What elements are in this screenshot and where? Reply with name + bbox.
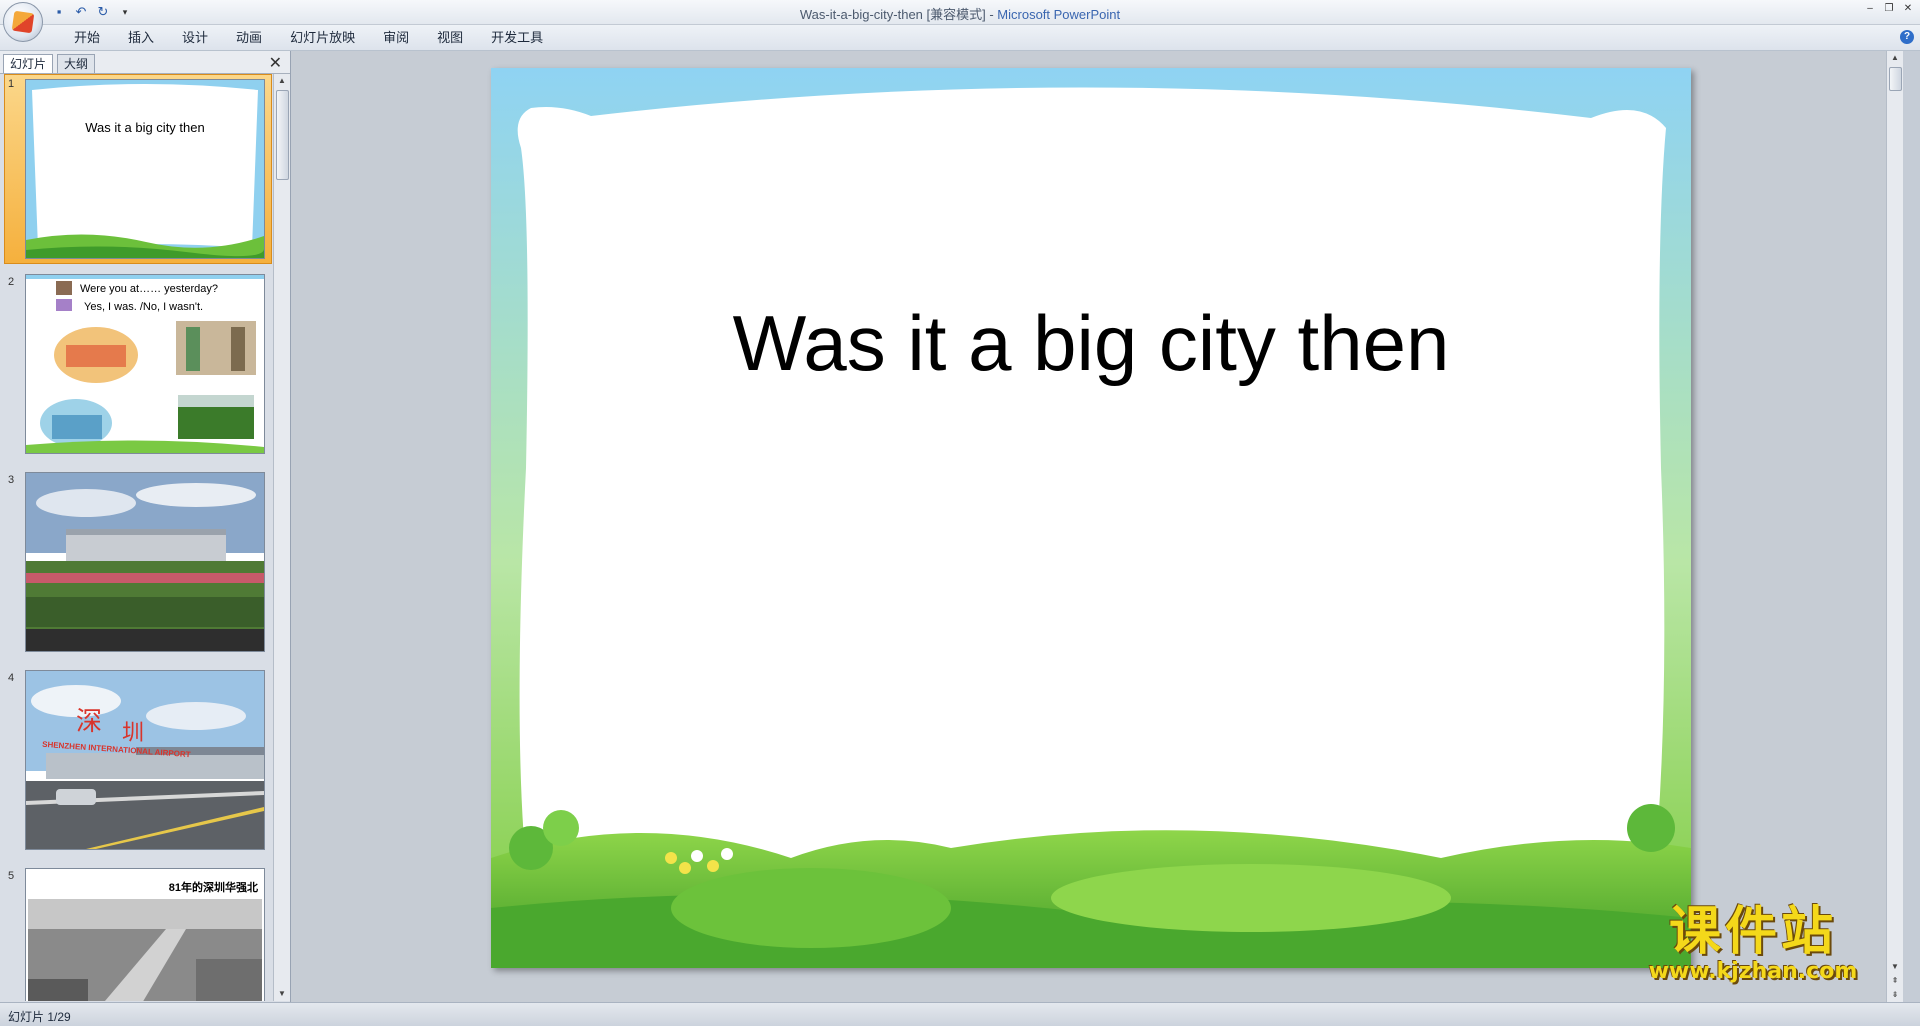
thumb4-char1: 深 [76, 707, 103, 737]
tab-view[interactable]: 视图 [423, 30, 477, 46]
thumb1-background [26, 80, 264, 258]
slide-edit-area: Was it a big city then 课件站 www.kjzhan.co… [291, 51, 1903, 1002]
slides-pane: 幻灯片 大纲 ✕ 1 Was it a big city then 2 Were… [0, 51, 291, 1002]
thumb4-char2: 圳 [122, 721, 145, 746]
thumb2-line1: Were you at…… yesterday? [80, 283, 218, 295]
thumb4-photo [26, 671, 264, 849]
tab-animations[interactable]: 动画 [222, 30, 276, 46]
scroll-down-icon[interactable]: ▼ [1887, 960, 1903, 974]
window-title-file: Was-it-a-big-city-then [兼容模式] - [799, 7, 998, 22]
current-slide[interactable]: Was it a big city then [491, 68, 1691, 968]
slide-thumbnail: Were you at…… yesterday? Yes, I was. /No… [25, 274, 265, 454]
title-bar: ▪ ↶ ↻ ▾ Was-it-a-big-city-then [兼容模式] - … [0, 0, 1920, 25]
slide-thumbnail: 深 圳 SHENZHEN INTERNATIONAL AIRPORT [25, 670, 265, 850]
tab-insert[interactable]: 插入 [114, 30, 168, 46]
watermark-cn: 课件站 [1668, 902, 1837, 962]
tab-developer[interactable]: 开发工具 [477, 30, 557, 46]
tab-slideshow[interactable]: 幻灯片放映 [276, 30, 369, 46]
window-controls: – ❐ ✕ [1862, 2, 1916, 16]
watermark-logo: 课件站 www.kjzhan.com [1633, 904, 1873, 984]
thumb5-caption: 81年的深圳华强北 [168, 882, 258, 894]
slide-thumbnail [25, 472, 265, 652]
tab-review[interactable]: 审阅 [369, 30, 423, 46]
thumbnail-list: 1 Was it a big city then 2 Were you at……… [0, 74, 274, 1001]
tab-home[interactable]: 开始 [60, 30, 114, 46]
slide-thumbnail: 81年的深圳华强北 [25, 868, 265, 1001]
window-title-app: Microsoft PowerPoint [997, 7, 1121, 22]
slide-number: 5 [8, 870, 15, 882]
slide-background [491, 68, 1691, 968]
slide-number: 3 [8, 474, 15, 486]
slide-counter: 幻灯片 1/29 [8, 1010, 71, 1024]
scroll-up-icon[interactable]: ▲ [1887, 51, 1903, 65]
window-title: Was-it-a-big-city-then [兼容模式] - Microsof… [0, 4, 1920, 23]
slide-scrollbar[interactable]: ▲ ▼ ⇞ ⇟ [1886, 51, 1903, 1002]
previous-slide-icon[interactable]: ⇞ [1887, 974, 1903, 988]
thumb1-title: Was it a big city then [85, 120, 205, 135]
thumb3-photo [26, 473, 264, 651]
status-bar: 幻灯片 1/29 [0, 1002, 1920, 1026]
watermark-url: www.kjzhan.com [1648, 959, 1858, 984]
scrollbar-thumb[interactable] [276, 90, 289, 180]
slide-number: 4 [8, 672, 15, 684]
scroll-up-icon[interactable]: ▲ [274, 74, 290, 88]
slide-title[interactable]: Was it a big city then [491, 298, 1691, 389]
tab-outline[interactable]: 大纲 [57, 54, 96, 73]
close-pane-icon[interactable]: ✕ [269, 53, 282, 73]
slide-number: 1 [8, 78, 15, 90]
help-icon[interactable]: ? [1900, 30, 1914, 44]
thumb2-line2: Yes, I was. /No, I wasn't. [84, 301, 204, 313]
next-slide-icon[interactable]: ⇟ [1887, 988, 1903, 1002]
pane-tabs: 幻灯片 大纲 ✕ [0, 51, 290, 74]
office-logo-icon [11, 10, 35, 34]
scrollbar-thumb[interactable] [1889, 67, 1902, 91]
office-button[interactable] [3, 2, 43, 42]
ribbon-tabs-bar: 开始 插入 设计 动画 幻灯片放映 审阅 视图 开发工具 ? [0, 25, 1920, 51]
thumbnail-scrollbar[interactable]: ▲ ▼ [273, 74, 290, 1001]
slide-thumbnail: Was it a big city then [25, 79, 265, 259]
tab-design[interactable]: 设计 [168, 30, 222, 46]
scroll-down-icon[interactable]: ▼ [274, 987, 290, 1001]
restore-icon[interactable]: ❐ [1881, 2, 1897, 16]
minimize-icon[interactable]: – [1862, 2, 1878, 16]
close-icon[interactable]: ✕ [1900, 2, 1916, 16]
slide-number: 2 [8, 276, 15, 288]
tab-slides[interactable]: 幻灯片 [3, 54, 54, 73]
